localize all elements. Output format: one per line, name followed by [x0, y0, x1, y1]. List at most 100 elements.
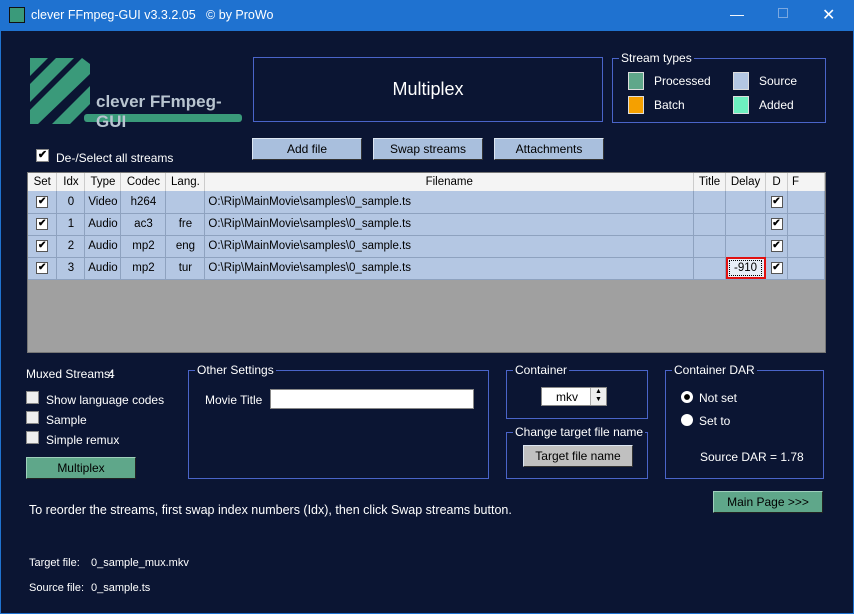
checkbox[interactable]: ✔	[36, 217, 49, 230]
simple-remux-checkbox[interactable]	[26, 431, 39, 444]
swap-streams-button[interactable]: Swap streams	[373, 138, 483, 160]
col-delay[interactable]: Delay	[725, 173, 767, 191]
close-button[interactable]: ✕	[822, 5, 835, 25]
type-text: Audio	[88, 218, 118, 230]
idx-cell[interactable]: 1	[56, 213, 86, 236]
container-select[interactable]: mkv ▲ ▼	[541, 387, 607, 406]
forced-cell[interactable]	[787, 235, 825, 258]
table-row[interactable]: ✔ 0 Video h264 O:\Rip\MainMovie\samples\0_sa…	[28, 191, 825, 214]
idx-text: 1	[67, 218, 75, 230]
type-text: Audio	[88, 240, 118, 252]
set-to-radio[interactable]	[681, 414, 693, 426]
delay-cell[interactable]: -910	[725, 257, 767, 280]
forced-cell[interactable]	[787, 213, 825, 236]
muxed-streams-count: 4	[108, 367, 115, 381]
title-cell[interactable]	[693, 213, 727, 236]
table-row[interactable]: ✔ 2 Audio mp2 eng O:\Rip\MainMovie\samples\0_…	[28, 235, 825, 258]
set-checkbox[interactable]: ✔	[28, 257, 58, 280]
lang-cell[interactable]: fre	[165, 213, 206, 236]
container-group: Container mkv ▲ ▼	[506, 363, 648, 419]
show-language-codes-checkbox[interactable]	[26, 391, 39, 404]
logo-text: clever FFmpeg-GUI	[96, 92, 222, 131]
delay-text: -910	[729, 260, 763, 276]
movie-title-input[interactable]	[270, 389, 474, 409]
col-title[interactable]: Title	[693, 173, 727, 191]
minimize-button[interactable]: —	[730, 6, 744, 22]
col-codec[interactable]: Codec	[120, 173, 167, 191]
legend-added: Added	[759, 98, 794, 112]
title-cell[interactable]	[693, 235, 727, 258]
lang-cell[interactable]	[165, 191, 206, 214]
multiplex-button[interactable]: Multiplex	[26, 457, 136, 479]
codec-text: h264	[130, 195, 157, 208]
set-checkbox[interactable]: ✔	[28, 235, 58, 258]
attachments-button[interactable]: Attachments	[494, 138, 604, 160]
checkbox[interactable]: ✔	[770, 195, 783, 208]
checkbox[interactable]: ✔	[770, 261, 783, 274]
maximize-button[interactable]	[778, 8, 788, 18]
checkbox[interactable]: ✔	[770, 239, 783, 252]
delay-cell[interactable]	[725, 191, 767, 214]
idx-text: 0	[67, 195, 75, 208]
swatch-batch	[628, 96, 644, 114]
filename-text: O:\Rip\MainMovie\samples\0_sample.ts	[208, 262, 412, 274]
type-cell: Video	[84, 191, 122, 214]
col-type[interactable]: Type	[84, 173, 122, 191]
checkbox[interactable]: ✔	[36, 239, 49, 252]
title-cell[interactable]	[693, 191, 727, 214]
main-page-button[interactable]: Main Page >>>	[713, 491, 823, 513]
default-checkbox[interactable]: ✔	[765, 235, 788, 258]
not-set-radio[interactable]	[681, 391, 693, 403]
select-all-checkbox[interactable]: ✔	[36, 149, 49, 162]
lang-cell[interactable]: eng	[165, 235, 206, 258]
default-checkbox[interactable]: ✔	[765, 257, 788, 280]
change-target-label: Change target file name	[513, 425, 646, 439]
checkbox[interactable]: ✔	[36, 261, 49, 274]
table-row[interactable]: ✔ 1 Audio ac3 fre O:\Rip\MainMovie\samples\0_…	[28, 213, 825, 236]
table-row[interactable]: ✔ 3 Audio mp2 tur O:\Rip\MainMovie\samples\0_…	[28, 257, 825, 280]
select-all-label: De-/Select all streams	[56, 151, 174, 165]
filename-cell: O:\Rip\MainMovie\samples\0_sample.ts	[204, 235, 695, 258]
idx-cell[interactable]: 3	[56, 257, 86, 280]
set-checkbox[interactable]: ✔	[28, 191, 58, 214]
delay-cell[interactable]	[725, 235, 767, 258]
target-file-name-button[interactable]: Target file name	[523, 445, 633, 467]
header-panel: Multiplex	[253, 57, 603, 122]
set-to-label: Set to	[699, 414, 731, 428]
default-checkbox[interactable]: ✔	[765, 213, 788, 236]
forced-cell[interactable]	[787, 257, 825, 280]
col-lang[interactable]: Lang.	[165, 173, 206, 191]
spinner-icon[interactable]: ▲ ▼	[590, 388, 606, 405]
forced-cell[interactable]	[787, 191, 825, 214]
idx-cell[interactable]: 2	[56, 235, 86, 258]
app-icon	[9, 7, 25, 23]
col-idx[interactable]: Idx	[56, 173, 86, 191]
title-cell[interactable]	[693, 257, 727, 280]
add-file-button[interactable]: Add file	[252, 138, 362, 160]
lang-cell[interactable]: tur	[165, 257, 206, 280]
container-label: Container	[513, 363, 570, 377]
col-set[interactable]: Set	[28, 173, 58, 191]
filename-text: O:\Rip\MainMovie\samples\0_sample.ts	[208, 218, 412, 230]
filename-text: O:\Rip\MainMovie\samples\0_sample.ts	[208, 240, 412, 252]
window-title: clever FFmpeg-GUI v3.3.2.05 © by ProWo	[31, 8, 274, 22]
legend-source: Source	[759, 74, 798, 88]
set-checkbox[interactable]: ✔	[28, 213, 58, 236]
delay-cell[interactable]	[725, 213, 767, 236]
checkbox[interactable]: ✔	[770, 217, 783, 230]
checkbox[interactable]: ✔	[36, 195, 49, 208]
sample-checkbox[interactable]	[26, 411, 39, 424]
page-title: Multiplex	[392, 79, 464, 99]
hint-text: To reorder the streams, first swap index…	[29, 503, 512, 517]
col-filename[interactable]: Filename	[204, 173, 695, 191]
default-checkbox[interactable]: ✔	[765, 191, 788, 214]
col-f[interactable]: F	[787, 173, 825, 191]
simple-remux-label: Simple remux	[46, 433, 120, 447]
idx-cell[interactable]: 0	[56, 191, 86, 214]
logo: clever FFmpeg-GUI	[28, 56, 244, 131]
codec-cell: h264	[120, 191, 167, 214]
stream-types-label: Stream types	[619, 51, 694, 65]
container-dar-label: Container DAR	[672, 363, 757, 377]
filename-cell: O:\Rip\MainMovie\samples\0_sample.ts	[204, 191, 695, 214]
col-d[interactable]: D	[765, 173, 788, 191]
